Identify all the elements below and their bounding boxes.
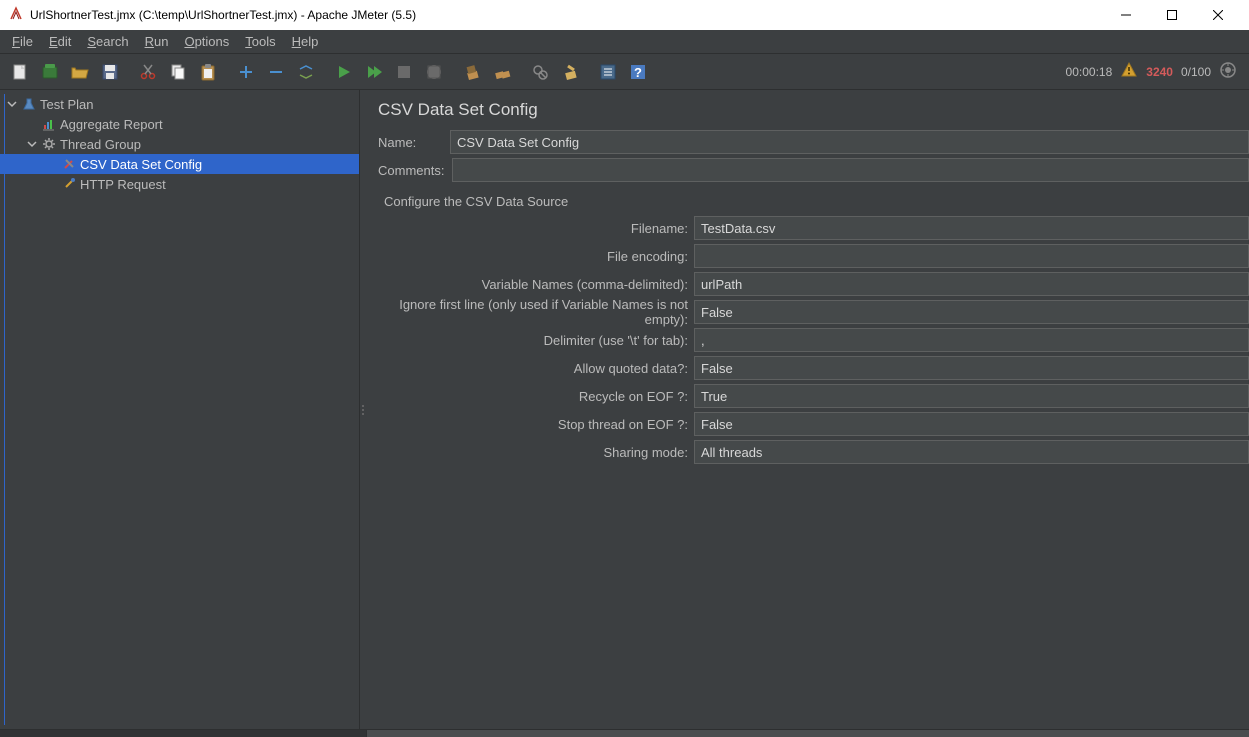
stop-button[interactable] <box>390 58 418 86</box>
thread-count: 0/100 <box>1181 65 1211 79</box>
help-button[interactable]: ? <box>624 58 652 86</box>
stop-input[interactable] <box>694 412 1249 436</box>
chevron-down-icon[interactable] <box>24 139 40 149</box>
tree-label: CSV Data Set Config <box>78 157 202 172</box>
new-button[interactable] <box>6 58 34 86</box>
menu-tools[interactable]: Tools <box>237 32 283 51</box>
recycle-label: Recycle on EOF ?: <box>378 389 688 404</box>
maximize-button[interactable] <box>1149 0 1195 30</box>
expand-button[interactable] <box>232 58 260 86</box>
delimiter-input[interactable] <box>694 328 1249 352</box>
close-button[interactable] <box>1195 0 1241 30</box>
tree-label: Test Plan <box>38 97 93 112</box>
tree-label: HTTP Request <box>78 177 166 192</box>
tree-node-test-plan[interactable]: Test Plan <box>0 94 359 114</box>
sharing-label: Sharing mode: <box>378 445 688 460</box>
minimize-button[interactable] <box>1103 0 1149 30</box>
comments-label: Comments: <box>378 163 444 178</box>
gear-icon <box>40 137 58 151</box>
delimiter-label: Delimiter (use '\t' for tab): <box>378 333 688 348</box>
menu-run[interactable]: Run <box>137 32 177 51</box>
shutdown-button[interactable] <box>420 58 448 86</box>
tree-panel: Test Plan Aggregate Report Thread Group … <box>0 90 360 729</box>
collapse-button[interactable] <box>262 58 290 86</box>
warning-icon <box>1120 61 1138 82</box>
panel-title: CSV Data Set Config <box>366 90 1249 128</box>
window-title: UrlShortnerTest.jmx (C:\temp\UrlShortner… <box>30 8 416 22</box>
sharing-input[interactable] <box>694 440 1249 464</box>
filename-label: Filename: <box>378 221 688 236</box>
menu-help[interactable]: Help <box>284 32 327 51</box>
templates-button[interactable] <box>36 58 64 86</box>
svg-text:?: ? <box>634 65 642 80</box>
clear-all-button[interactable] <box>488 58 516 86</box>
window-titlebar: UrlShortnerTest.jmx (C:\temp\UrlShortner… <box>0 0 1249 30</box>
menu-bar: File Edit Search Run Options Tools Help <box>0 30 1249 54</box>
toolbar: ? 00:00:18 3240 0/100 <box>0 54 1249 90</box>
quoted-label: Allow quoted data?: <box>378 361 688 376</box>
report-icon <box>40 117 58 131</box>
beaker-icon <box>20 97 38 111</box>
menu-file[interactable]: File <box>4 32 41 51</box>
open-button[interactable] <box>66 58 94 86</box>
start-button[interactable] <box>330 58 358 86</box>
search-button[interactable] <box>526 58 554 86</box>
function-helper-button[interactable] <box>594 58 622 86</box>
cut-button[interactable] <box>134 58 162 86</box>
threads-icon <box>1219 61 1237 82</box>
main-area: Test Plan Aggregate Report Thread Group … <box>0 90 1249 729</box>
name-input[interactable] <box>450 130 1249 154</box>
ignore-first-label: Ignore first line (only used if Variable… <box>378 297 688 327</box>
menu-search[interactable]: Search <box>79 32 136 51</box>
error-count: 3240 <box>1146 65 1173 79</box>
varnames-input[interactable] <box>694 272 1249 296</box>
stop-label: Stop thread on EOF ?: <box>378 417 688 432</box>
ignore-first-input[interactable] <box>694 300 1249 324</box>
wrench-icon <box>60 157 78 171</box>
app-icon <box>8 6 24 25</box>
reset-search-button[interactable] <box>556 58 584 86</box>
quoted-input[interactable] <box>694 356 1249 380</box>
tree-node-csv-config[interactable]: CSV Data Set Config <box>0 154 359 174</box>
tree-node-aggregate-report[interactable]: Aggregate Report <box>0 114 359 134</box>
chevron-down-icon[interactable] <box>4 99 20 109</box>
filename-input[interactable] <box>694 216 1249 240</box>
name-label: Name: <box>378 135 442 150</box>
section-header: Configure the CSV Data Source <box>366 184 1249 215</box>
config-panel: CSV Data Set Config Name: Comments: Conf… <box>366 90 1249 729</box>
tree-node-http-request[interactable]: HTTP Request <box>0 174 359 194</box>
clear-button[interactable] <box>458 58 486 86</box>
tree-label: Aggregate Report <box>58 117 163 132</box>
varnames-label: Variable Names (comma-delimited): <box>378 277 688 292</box>
pipette-icon <box>60 177 78 191</box>
save-button[interactable] <box>96 58 124 86</box>
comments-input[interactable] <box>452 158 1249 182</box>
recycle-input[interactable] <box>694 384 1249 408</box>
elapsed-timer: 00:00:18 <box>1066 65 1113 79</box>
copy-button[interactable] <box>164 58 192 86</box>
status-bar <box>0 729 1249 737</box>
tree-label: Thread Group <box>58 137 141 152</box>
toggle-button[interactable] <box>292 58 320 86</box>
tree-node-thread-group[interactable]: Thread Group <box>0 134 359 154</box>
encoding-label: File encoding: <box>378 249 688 264</box>
paste-button[interactable] <box>194 58 222 86</box>
encoding-input[interactable] <box>694 244 1249 268</box>
menu-options[interactable]: Options <box>176 32 237 51</box>
start-no-pause-button[interactable] <box>360 58 388 86</box>
menu-edit[interactable]: Edit <box>41 32 79 51</box>
